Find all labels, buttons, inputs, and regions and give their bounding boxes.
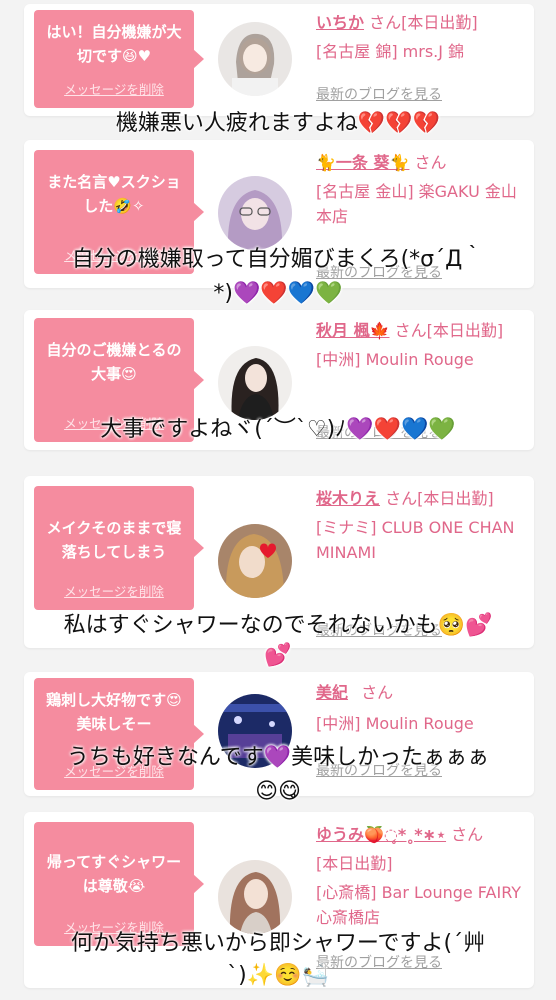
message-card: はい！自分機嫌が大切です😆♥ メッセージを削除 いちか さん[本日出勤] [名古…: [24, 4, 534, 116]
avatar[interactable]: [218, 524, 292, 598]
message-bubble: 帰ってすぐシャワーは尊敬😭 メッセージを削除: [34, 822, 204, 946]
shop-name: [名古屋 金山] 楽GAKU 金山本店: [316, 182, 517, 226]
avatar[interactable]: [218, 860, 292, 934]
overlay-caption: 私はすぐシャワーなのでそれないかも🥺💕: [63, 613, 493, 638]
message-text: メイクそのままで寝落ちしてしまう: [46, 519, 182, 561]
message-bubble: はい！自分機嫌が大切です😆♥ メッセージを削除: [34, 10, 204, 108]
shop-name: [中洲] Moulin Rouge: [316, 714, 474, 733]
shop-name: [中洲] Moulin Rouge: [316, 350, 474, 369]
overlay-caption: 何か気持ち悪いから即シャワーですよ(´艸: [70, 931, 486, 956]
overlay-caption: 大事ですよねヾ(´︶`♡)ﾉ💜❤️💙💚: [100, 417, 456, 442]
work-status: [本日出勤]: [417, 489, 494, 508]
cast-info: 🐈一条 葵🐈 さん [名古屋 金山] 楽GAKU 金山本店: [316, 150, 528, 229]
work-status: [本日出勤]: [401, 13, 478, 32]
shop-name: [名古屋 錦] mrs.J 錦: [316, 42, 465, 61]
honorific: さん: [394, 321, 427, 340]
cast-name-link[interactable]: 美紀: [316, 683, 348, 702]
honorific: さん: [451, 825, 484, 844]
cast-info: ゆうみ🍑◌̥*˳*∗⋆ さん [本日出勤] [心斎橋] Bar Lounge F…: [316, 822, 528, 930]
message-text: 帰ってすぐシャワーは尊敬😭: [46, 853, 182, 895]
overlay-caption: 💕: [264, 643, 292, 668]
overlay-caption: 自分の機嫌取って自分媚びまくろ(*σ´Д｀: [71, 247, 485, 272]
cast-info: いちか さん[本日出勤] [名古屋 錦] mrs.J 錦: [316, 10, 528, 64]
message-text: また名言♥スクショした🤣✧: [47, 173, 181, 215]
latest-blog-link[interactable]: 最新のブログを見る: [316, 84, 442, 104]
cast-info: 桜木りえ さん[本日出勤] [ミナミ] CLUB ONE CHAN MINAMI: [316, 486, 528, 565]
cast-info: 秋月 楓🍁 さん[本日出勤] [中洲] Moulin Rouge: [316, 318, 528, 372]
honorific: さん: [385, 489, 418, 508]
message-bubble: 鶏刺し大好物です😍美味しそー メッセージを削除: [34, 678, 204, 790]
avatar[interactable]: [218, 176, 292, 250]
work-status: [本日出勤]: [316, 854, 393, 873]
message-text: 自分のご機嫌とるの大事😍: [46, 341, 182, 383]
honorific: さん: [361, 683, 394, 702]
overlay-caption: 😊😋: [255, 779, 301, 804]
work-status: [本日出勤]: [426, 321, 504, 340]
cast-name-link[interactable]: いちか: [316, 13, 364, 32]
honorific: さん: [369, 13, 402, 32]
message-text: はい！自分機嫌が大切です😆♥: [46, 23, 182, 65]
avatar[interactable]: [218, 22, 292, 96]
delete-message-link[interactable]: メッセージを削除: [34, 79, 194, 98]
overlay-caption: *)💜❤️💙💚: [213, 281, 343, 306]
message-bubble: メイクそのままで寝落ちしてしまう メッセージを削除: [34, 486, 204, 610]
overlay-caption: 機嫌悪い人疲れますよね💔💔💔: [115, 111, 441, 136]
cast-name-link[interactable]: ゆうみ🍑◌̥*˳*∗⋆: [316, 825, 446, 844]
shop-name: [ミナミ] CLUB ONE CHAN MINAMI: [316, 518, 515, 562]
cast-name-link[interactable]: 桜木りえ: [316, 489, 380, 508]
overlay-caption: `)✨☺️🛀: [227, 963, 329, 988]
cast-name-link[interactable]: 🐈一条 葵🐈: [316, 153, 409, 172]
honorific: さん: [414, 153, 447, 172]
message-text: 鶏刺し大好物です😍美味しそー: [46, 691, 182, 733]
cast-info: 美紀 さん [中洲] Moulin Rouge: [316, 680, 528, 736]
cast-name-link[interactable]: 秋月 楓🍁: [316, 321, 390, 340]
overlay-caption: うちも好きなんです💜美味しかったぁぁぁ: [66, 745, 490, 770]
shop-name: [心斎橋] Bar Lounge FAIRY 心斎橋店: [316, 883, 522, 927]
avatar[interactable]: [218, 346, 292, 420]
delete-message-link[interactable]: メッセージを削除: [34, 581, 194, 600]
